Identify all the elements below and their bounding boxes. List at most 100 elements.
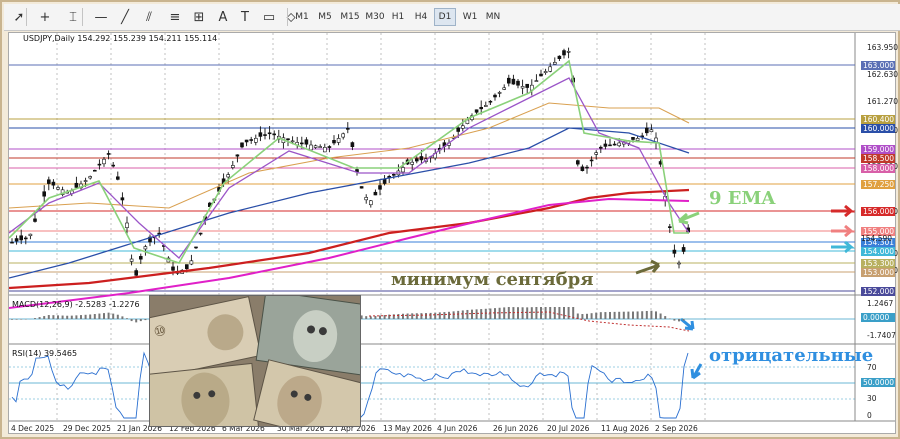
- candle-body: [171, 266, 175, 271]
- candle-body: [543, 71, 548, 74]
- text-icon[interactable]: A: [212, 7, 234, 27]
- crosshair-icon[interactable]: +: [34, 7, 56, 27]
- price-level-label: 154.000: [861, 247, 895, 256]
- candle-body: [106, 153, 111, 155]
- rsi-tick: 30: [867, 394, 877, 403]
- candle-body: [479, 107, 484, 110]
- candle-body: [143, 246, 148, 250]
- date-tick: 4 Jun 2026: [437, 424, 478, 433]
- candle-body: [254, 137, 258, 143]
- september-minimum-annotation: минимум сентября: [391, 269, 594, 290]
- candle-body: [401, 167, 405, 173]
- candle-body: [516, 80, 520, 86]
- candle-body: [511, 78, 516, 85]
- date-tick: 26 Jun 2026: [493, 424, 539, 433]
- timeframe-mn[interactable]: MN: [482, 8, 504, 26]
- date-tick: 29 Dec 2025: [63, 424, 111, 433]
- timeframe-w1[interactable]: W1: [460, 8, 480, 26]
- timeframe-h4[interactable]: H4: [410, 8, 432, 26]
- price-level-label: 160.000: [861, 124, 895, 133]
- candle-body: [552, 62, 557, 65]
- candle-body: [198, 232, 203, 235]
- candle-body: [46, 179, 51, 184]
- candle-body: [456, 127, 461, 132]
- candle-body: [566, 51, 571, 53]
- price-level-label: 152.000: [861, 287, 895, 296]
- negative-annotation: отрицательные: [709, 345, 874, 366]
- price-level-label: 159.000: [861, 145, 895, 154]
- rsi-tick: 50.0000: [861, 378, 895, 387]
- candle-body: [373, 191, 378, 196]
- price-chart[interactable]: [9, 33, 895, 433]
- price-tick: 161.270: [867, 97, 899, 106]
- candle-body: [336, 138, 341, 143]
- candle-body: [33, 218, 37, 222]
- timeframe-m15[interactable]: M15: [338, 8, 362, 26]
- candle-body: [557, 55, 562, 59]
- candle-body: [189, 260, 194, 265]
- toolbar-separator: [26, 8, 27, 26]
- cursor-text-icon[interactable]: ⌶: [62, 7, 84, 27]
- date-tick: 11 Aug 2026: [601, 424, 650, 433]
- timeframe-d1[interactable]: D1: [434, 8, 456, 26]
- candle-body: [635, 138, 640, 141]
- rectangle-icon[interactable]: ▭: [258, 7, 280, 27]
- candle-body: [28, 233, 33, 237]
- price-level-label: 158.000: [861, 164, 895, 173]
- candle-body: [299, 142, 304, 145]
- candle-body: [258, 132, 263, 137]
- candle-body: [318, 146, 323, 148]
- candle-body: [677, 262, 681, 265]
- candle-body: [102, 158, 106, 165]
- candle-body: [562, 50, 566, 56]
- timeframe-m30[interactable]: M30: [364, 8, 386, 26]
- candle-body: [304, 139, 309, 145]
- shapes-icon[interactable]: ⊞: [188, 7, 210, 27]
- candle-body: [139, 256, 143, 260]
- candle-body: [14, 238, 19, 242]
- resistance-arrow-icon: [831, 204, 856, 218]
- candle-body: [19, 235, 23, 241]
- date-tick: 13 May 2026: [383, 424, 432, 433]
- ema-annotation: 9 EMA: [709, 188, 776, 209]
- current-price-tag: 154.590: [861, 234, 893, 243]
- macd-tick: -1.7407: [867, 331, 896, 340]
- timeframe-m1[interactable]: M1: [292, 8, 312, 26]
- candle-body: [617, 142, 622, 147]
- candle-body: [368, 200, 373, 206]
- ema-9-green: [9, 59, 689, 264]
- candle-body: [474, 109, 479, 113]
- candle-body: [244, 139, 249, 143]
- candle-body: [364, 197, 369, 201]
- chart-window[interactable]: USDJPY,Daily 154.292 155.239 154.211 155…: [8, 32, 899, 434]
- candle-body: [322, 147, 327, 153]
- candle-body: [410, 161, 415, 165]
- candle-body: [589, 159, 594, 162]
- macd-arrow-icon: [680, 317, 695, 331]
- candle-body: [42, 191, 47, 197]
- rsi-arrow-icon: [690, 363, 703, 380]
- fibonacci-icon[interactable]: ≡: [164, 7, 186, 27]
- label-icon[interactable]: T: [234, 7, 256, 27]
- horizontal-line-icon[interactable]: —: [90, 7, 112, 27]
- timeframe-m5[interactable]: M5: [314, 8, 336, 26]
- candle-body: [378, 185, 382, 190]
- candle-body: [506, 77, 511, 84]
- candle-body: [332, 140, 336, 144]
- toolbar: ➚ + ⌶ — ╱ ⫽ ≡ ⊞ A T ▭ ⬦ M1 M5 M15 M30 H1 H4 D1 W1 MN: [4, 4, 900, 31]
- candle-body: [56, 187, 60, 190]
- candle-body: [631, 137, 635, 140]
- candle-body: [681, 247, 686, 252]
- candle-body: [667, 226, 672, 228]
- macd-info: MACD(12,26,9) -2.5283 -1.2276: [12, 300, 140, 309]
- candle-body: [226, 174, 230, 178]
- terminal-window: ➚ + ⌶ — ╱ ⫽ ≡ ⊞ A T ▭ ⬦ M1 M5 M15 M30 H1 H4 D1 W1 MN USDJPY,…: [0, 0, 900, 439]
- channel-icon[interactable]: ⫽: [138, 7, 160, 27]
- trendline-icon[interactable]: ╱: [114, 7, 136, 27]
- candle-body: [672, 249, 677, 254]
- yen-banknotes-image: ⑩: [149, 295, 361, 427]
- candle-body: [539, 73, 543, 77]
- candle-body: [290, 140, 295, 143]
- timeframe-h1[interactable]: H1: [388, 8, 408, 26]
- candle-body: [391, 174, 396, 176]
